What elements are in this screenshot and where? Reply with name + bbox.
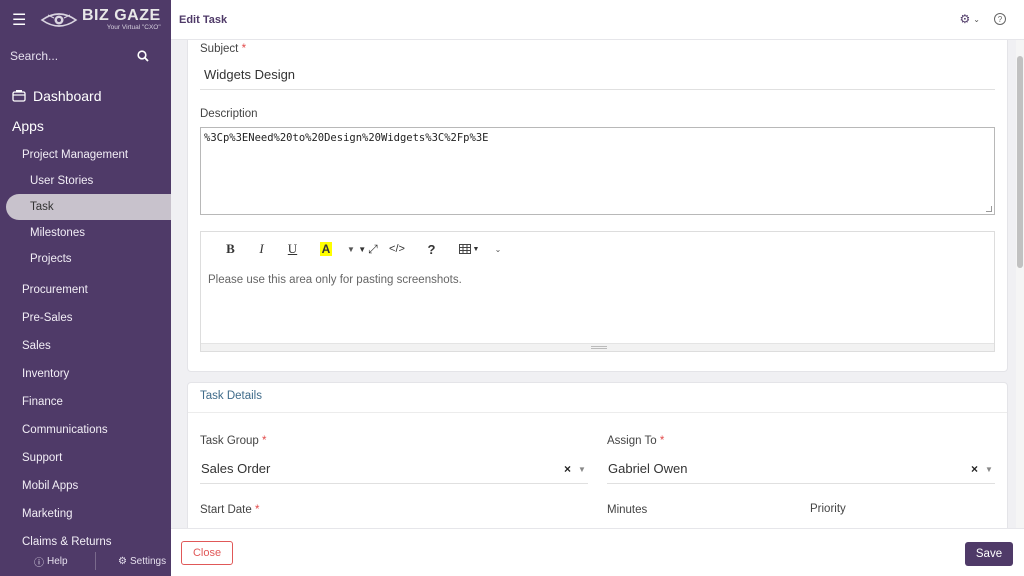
sidebar-search-placeholder[interactable]: Search... [10, 49, 58, 63]
table-button[interactable]: ▼ [447, 244, 491, 254]
brand-tagline: Your Virtual "CXO" [106, 24, 161, 32]
sidebar-header: ☰ BIZ GAZE Your Virtual "CXO" [0, 0, 171, 40]
help-icon: ⓘ [34, 557, 44, 569]
table-grid-icon [458, 244, 471, 254]
assign-to-clear-icon[interactable]: × [971, 462, 978, 476]
sidebar: ☰ BIZ GAZE Your Virtual "CXO" Search... [0, 0, 171, 576]
subject-field[interactable]: Widgets Design [204, 67, 295, 82]
sidebar-item-marketing[interactable]: Marketing [0, 500, 171, 528]
help-link[interactable]: ⓘ Help [0, 552, 96, 570]
required-marker: * [659, 435, 665, 447]
assign-to-underline [607, 483, 995, 484]
required-marker: * [241, 43, 247, 55]
task-group-clear-icon[interactable]: × [564, 462, 571, 476]
page-title: Edit Task [179, 13, 228, 26]
scrollbar-thumb[interactable] [1017, 56, 1023, 268]
task-group-label-text: Task Group [200, 435, 259, 447]
content-scrollbar[interactable] [1016, 40, 1024, 528]
sidebar-item-sales[interactable]: Sales [0, 332, 171, 360]
form-footer: Close Save [171, 528, 1024, 576]
sidebar-item-support[interactable]: Support [0, 444, 171, 472]
task-details-title: Task Details [200, 390, 262, 402]
help-circle-icon[interactable]: ? [994, 13, 1006, 25]
priority-label: Priority [810, 503, 846, 515]
required-marker: * [254, 504, 260, 516]
code-view-button[interactable]: </> [378, 243, 416, 255]
subject-underline [200, 89, 995, 90]
table-caret-icon: ▼ [472, 245, 480, 253]
sidebar-item-dashboard[interactable]: Dashboard [0, 82, 171, 110]
editor-resize-grip-icon[interactable] [591, 346, 607, 349]
page-header: Edit Task ⚙ ⌄ ? [171, 0, 1024, 40]
sidebar-item-mobil-apps[interactable]: Mobil Apps [0, 472, 171, 500]
task-group-select[interactable]: Sales Order [201, 461, 270, 476]
minutes-label: Minutes [607, 504, 648, 516]
start-date-label-text: Start Date [200, 504, 252, 516]
sidebar-item-task[interactable]: Task [6, 194, 171, 220]
sidebar-item-project-management[interactable]: Project Management [0, 142, 171, 168]
highlight-button[interactable]: A [308, 242, 344, 256]
subject-label-text: Subject [200, 43, 239, 55]
highlight-icon: A [319, 242, 333, 256]
task-group-dropdown-icon[interactable]: ▼ [578, 465, 586, 474]
bold-button[interactable]: B [215, 241, 246, 257]
settings-link[interactable]: ⚙ Settings [96, 556, 166, 567]
highlight-dropdown-caret-icon[interactable]: ▼ [344, 245, 358, 254]
sidebar-item-milestones[interactable]: Milestones [0, 220, 171, 246]
sidebar-item-user-stories[interactable]: User Stories [0, 168, 171, 194]
editor-statusbar [201, 343, 994, 351]
assign-to-label-text: Assign To [607, 435, 657, 447]
header-actions: ⚙ ⌄ ? [960, 12, 1006, 26]
sidebar-item-inventory[interactable]: Inventory [0, 360, 171, 388]
underline-button[interactable]: U [277, 241, 308, 257]
close-button[interactable]: Close [181, 541, 233, 565]
start-date-label: Start Date * [200, 504, 259, 516]
help-button[interactable]: ? [416, 242, 447, 257]
sidebar-item-pre-sales[interactable]: Pre-Sales [0, 304, 171, 332]
search-icon[interactable] [137, 50, 149, 62]
task-group-underline [200, 483, 588, 484]
brand-name: BIZ GAZE [82, 7, 161, 25]
sidebar-item-procurement[interactable]: Procurement [0, 276, 171, 304]
task-details-card: Task Details Task Group * Sales Order × … [187, 382, 1008, 528]
main-content: Subject * Widgets Design Description %3C… [171, 40, 1016, 528]
description-text: %3Cp%3ENeed%20to%20Design%20Widgets%3C%2… [204, 132, 489, 144]
dashboard-label: Dashboard [33, 88, 102, 104]
save-button[interactable]: Save [965, 542, 1013, 566]
sidebar-item-finance[interactable]: Finance [0, 388, 171, 416]
apps-heading[interactable]: Apps [0, 110, 171, 142]
italic-button[interactable]: I [246, 241, 277, 257]
settings-label: Settings [129, 555, 167, 567]
assign-to-dropdown-icon[interactable]: ▼ [985, 465, 993, 474]
description-textarea[interactable]: %3Cp%3ENeed%20to%20Design%20Widgets%3C%2… [200, 127, 995, 215]
brand-logo[interactable]: BIZ GAZE Your Virtual "CXO" [40, 8, 161, 32]
gear-icon: ⚙ [959, 12, 971, 26]
task-group-label: Task Group * [200, 435, 267, 447]
sidebar-footer: ⓘ Help ⚙ Settings [0, 546, 171, 576]
gear-menu[interactable]: ⚙ ⌄ [960, 12, 980, 26]
editor-placeholder[interactable]: Please use this area only for pasting sc… [208, 274, 462, 286]
sidebar-search[interactable]: Search... [0, 40, 171, 72]
task-basic-card: Subject * Widgets Design Description %3C… [187, 40, 1008, 372]
assign-to-select[interactable]: Gabriel Owen [608, 461, 687, 476]
fullscreen-button[interactable]: ▼ ⤢ [358, 242, 378, 257]
required-marker: * [262, 435, 267, 447]
description-label: Description [200, 108, 258, 120]
resize-handle-icon[interactable] [986, 206, 992, 212]
logo-eye-icon [40, 13, 78, 27]
more-options-chevron-icon[interactable]: ⌄ [491, 245, 505, 254]
assign-to-label: Assign To * [607, 435, 664, 447]
editor-toolbar: B I U A ▼ ▼ ⤢ </> ? ▼ ⌄ [201, 232, 994, 266]
screenshot-editor: B I U A ▼ ▼ ⤢ </> ? ▼ ⌄ Please use this … [200, 231, 995, 352]
section-divider [188, 412, 1007, 413]
sidebar-item-projects[interactable]: Projects [0, 246, 171, 272]
settings-gear-icon: ⚙ [118, 555, 127, 567]
dashboard-icon [12, 90, 26, 102]
subject-label: Subject * [200, 43, 246, 55]
chevron-down-icon: ⌄ [973, 14, 980, 24]
hamburger-menu-icon[interactable]: ☰ [12, 10, 28, 30]
sidebar-item-communications[interactable]: Communications [0, 416, 171, 444]
expand-arrows-icon: ▼ [358, 244, 367, 254]
help-label: Help [47, 555, 68, 567]
